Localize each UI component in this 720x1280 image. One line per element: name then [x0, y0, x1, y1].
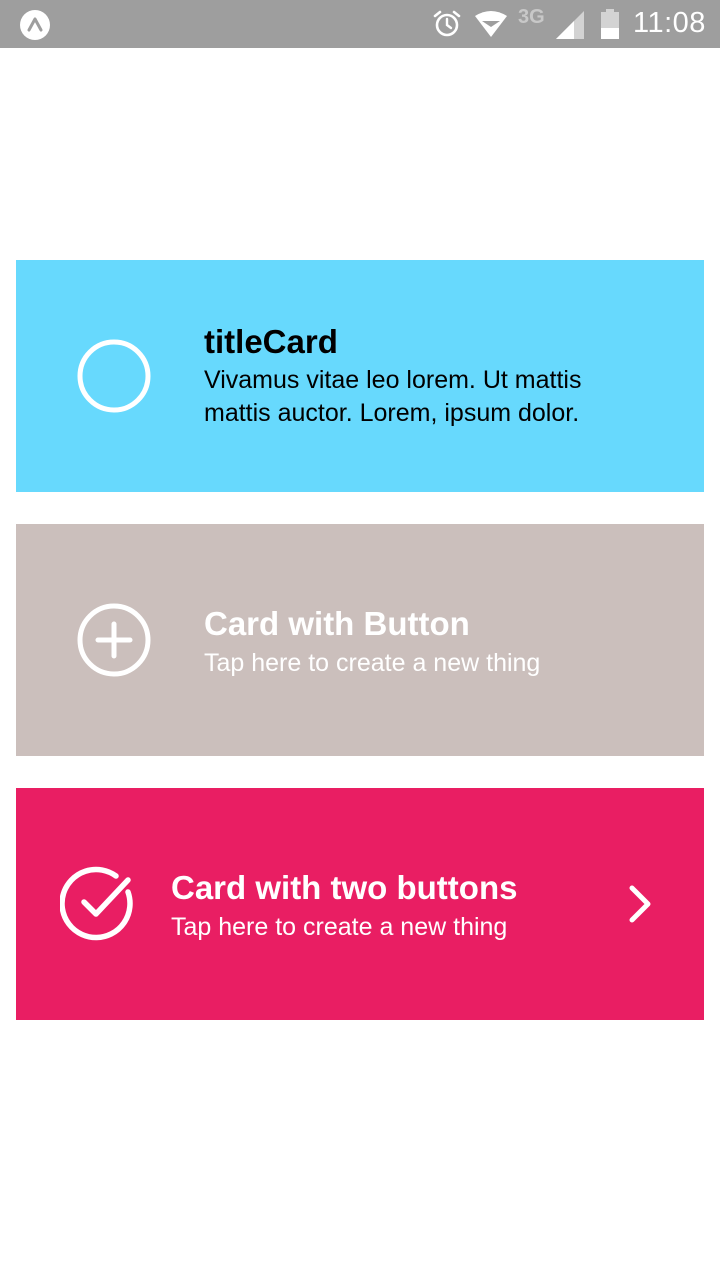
card-title: titleCard [204, 323, 338, 360]
chevron-right-icon[interactable] [620, 884, 656, 924]
signal-icon [556, 11, 584, 39]
card-subtitle: Tap here to create a new thing [204, 649, 541, 677]
app-logo-icon [20, 10, 50, 40]
card-with-button[interactable]: Card with Button Tap here to create a ne… [16, 524, 704, 756]
card-with-two-buttons[interactable]: Card with two buttons Tap here to create… [16, 788, 704, 1020]
card-subtitle-line-2: mattis auctor. Lorem, ipsum dolor. [204, 399, 580, 427]
title-card[interactable]: titleCard Vivamus vitae leo lorem. Ut ma… [16, 260, 704, 492]
alarm-icon [433, 10, 461, 37]
card-subtitle: Vivamus vitae leo lorem. Ut mattis matti… [204, 364, 581, 430]
status-bar: 3G 11:08 [0, 0, 720, 48]
card-text: Card with Button Tap here to create a ne… [204, 604, 540, 680]
circle-outline-icon [77, 339, 151, 413]
card-title: Card with two buttons [171, 869, 518, 906]
card-title: Card with Button [204, 605, 470, 642]
card-text: Card with two buttons Tap here to create… [171, 868, 517, 944]
battery-icon [601, 9, 619, 39]
card-subtitle-line-1: Vivamus vitae leo lorem. Ut mattis [204, 366, 582, 394]
wifi-icon [475, 11, 507, 37]
clock: 11:08 [633, 7, 706, 39]
status-icons: 3G 11:08 [420, 0, 720, 48]
check-circle-icon [60, 866, 133, 941]
card-text: titleCard Vivamus vitae leo lorem. Ut ma… [204, 322, 581, 430]
plus-circle-icon [77, 603, 151, 677]
card-subtitle: Tap here to create a new thing [171, 913, 508, 941]
network-type-label: 3G [518, 6, 545, 28]
